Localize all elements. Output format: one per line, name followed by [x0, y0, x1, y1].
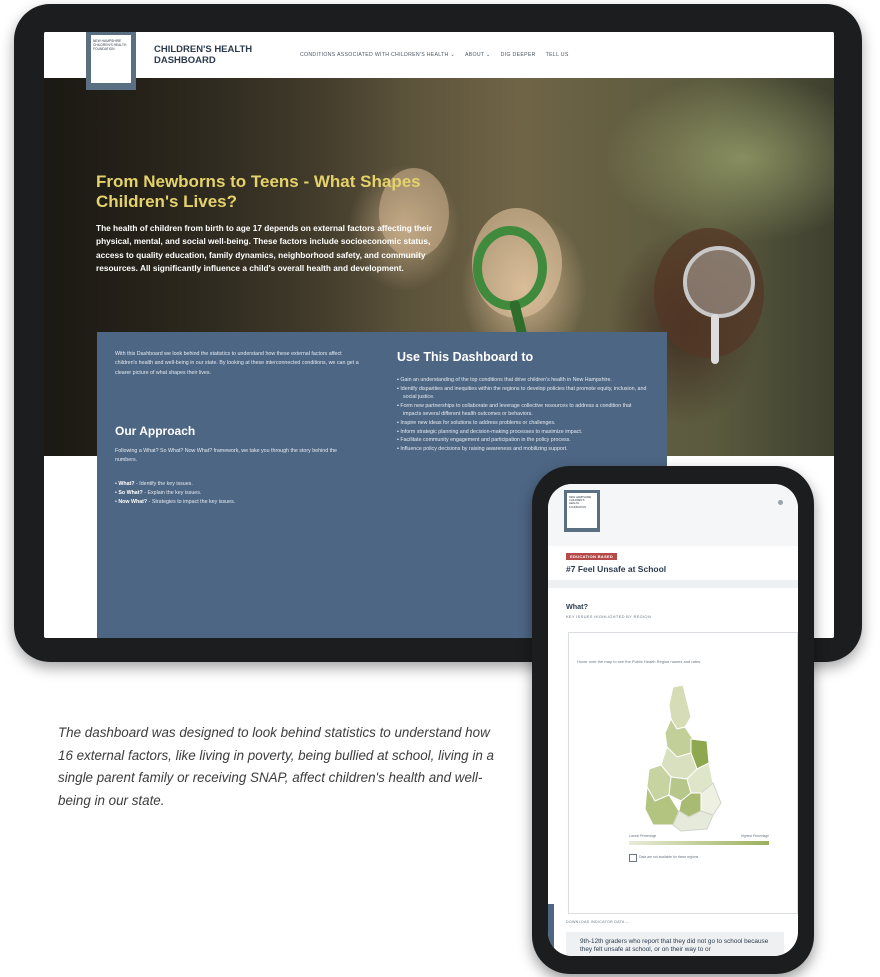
hero-description: The health of children from birth to age… [96, 223, 433, 273]
list-item: Gain an understanding of the top conditi… [397, 376, 647, 385]
approach-desc: - Identify the key issues. [134, 481, 193, 487]
menu-icon[interactable] [778, 500, 783, 505]
list-item: So What? - Explain the key issues. [115, 489, 365, 498]
brand-line-2: DASHBOARD [154, 55, 216, 66]
phone-screen: NEW HAMPSHIRE CHILDREN'S HEALTH FOUNDATI… [548, 484, 798, 956]
clear-magnifier-handle [711, 314, 719, 364]
indicator-description-card: 9th-12th graders who report that they di… [566, 932, 784, 956]
clear-magnifier-icon [683, 246, 755, 318]
list-item: What? - Identify the key issues. [115, 480, 365, 489]
what-heading: What? [566, 602, 588, 611]
category-badge: EDUCATION BASED [566, 553, 618, 560]
brand-line-1: CHILDREN'S HEALTH [154, 44, 253, 55]
list-item: Inspire new ideas for solutions to addre… [397, 419, 647, 428]
side-accent-strip [548, 904, 554, 956]
approach-desc: - Explain the key issues. [142, 489, 202, 496]
legend-high-label: Highest Percentage [741, 834, 769, 838]
approach-term: So What? [118, 489, 143, 496]
indicator-title: #7 Feel Unsafe at School [566, 564, 667, 574]
nav-item-tell-us[interactable]: TELL US [546, 52, 569, 58]
approach-list: What? - Identify the key issues. So What… [115, 480, 365, 506]
legend-low-label: Lowest Percentage [629, 834, 657, 838]
approach-text: Following a What? So What? Now What? fra… [115, 448, 337, 464]
phone-device: NEW HAMPSHIRE CHILDREN'S HEALTH FOUNDATI… [532, 466, 814, 974]
approach-heading: Our Approach [115, 424, 196, 438]
no-data-checkbox[interactable] [629, 854, 637, 862]
map-hover-hint: Hover over the map to see the Public Hea… [577, 659, 702, 664]
list-item: Identify disparities and inequities with… [397, 385, 647, 402]
legend-gradient-bar [629, 841, 769, 845]
hero-title: From Newborns to Teens - What Shapes Chi… [96, 172, 421, 211]
list-item: Influence policy decisions by raising aw… [397, 445, 647, 454]
approach-term: What? [118, 481, 135, 487]
green-magnifier-icon [473, 226, 547, 310]
phone-logo[interactable]: NEW HAMPSHIRE CHILDREN'S HEALTH FOUNDATI… [564, 490, 600, 532]
phone-logo-text: NEW HAMPSHIRE CHILDREN'S HEALTH FOUNDATI… [567, 493, 597, 528]
list-item: Facilitate community engagement and part… [397, 436, 647, 445]
approach-desc: - Strategies to impact the key issues. [147, 498, 236, 505]
approach-term: Now What? [118, 498, 148, 505]
nav-item-conditions[interactable]: CONDITIONS ASSOCIATED WITH CHILDREN'S HE… [300, 52, 455, 58]
panel-intro: With this Dashboard we look behind the s… [115, 351, 359, 376]
section-divider [548, 580, 798, 588]
list-item: Inform strategic planning and decision-m… [397, 428, 647, 437]
use-dashboard-heading: Use This Dashboard to [397, 350, 534, 364]
main-nav: CONDITIONS ASSOCIATED WITH CHILDREN'S HE… [300, 52, 569, 58]
list-item: Form new partnerships to collaborate and… [397, 402, 647, 419]
use-dashboard-list: Gain an understanding of the top conditi… [397, 376, 647, 453]
nav-item-about[interactable]: ABOUT ⌄ [465, 52, 491, 58]
map-card: Hover over the map to see the Public Hea… [568, 632, 798, 914]
foundation-logo[interactable]: NEW HAMPSHIRE CHILDREN'S HEALTH FOUNDATI… [86, 32, 136, 90]
list-item: Now What? - Strategies to impact the key… [115, 498, 365, 507]
indicator-description: 9th-12th graders who report that they di… [580, 938, 769, 954]
phone-header: NEW HAMPSHIRE CHILDREN'S HEALTH FOUNDATI… [548, 484, 798, 546]
legend-labels: Lowest Percentage Highest Percentage [629, 834, 769, 838]
no-data-label: Data are not available for these regions [639, 855, 699, 859]
nav-item-dig-deeper[interactable]: DIG DEEPER [501, 52, 536, 58]
foundation-logo-text: NEW HAMPSHIRE CHILDREN'S HEALTH FOUNDATI… [91, 35, 131, 83]
site-header: NEW HAMPSHIRE CHILDREN'S HEALTH FOUNDATI… [44, 32, 834, 90]
what-subheading: KEY ISSUES HIGHLIGHTED BY REGION [566, 614, 652, 619]
download-data-link[interactable]: DOWNLOAD INDICATOR DATA ⌄ [566, 920, 629, 924]
site-brand[interactable]: CHILDREN'S HEALTH DASHBOARD [154, 44, 274, 66]
nh-region-map[interactable] [621, 683, 741, 843]
caption-text: The dashboard was designed to look behin… [58, 725, 494, 808]
